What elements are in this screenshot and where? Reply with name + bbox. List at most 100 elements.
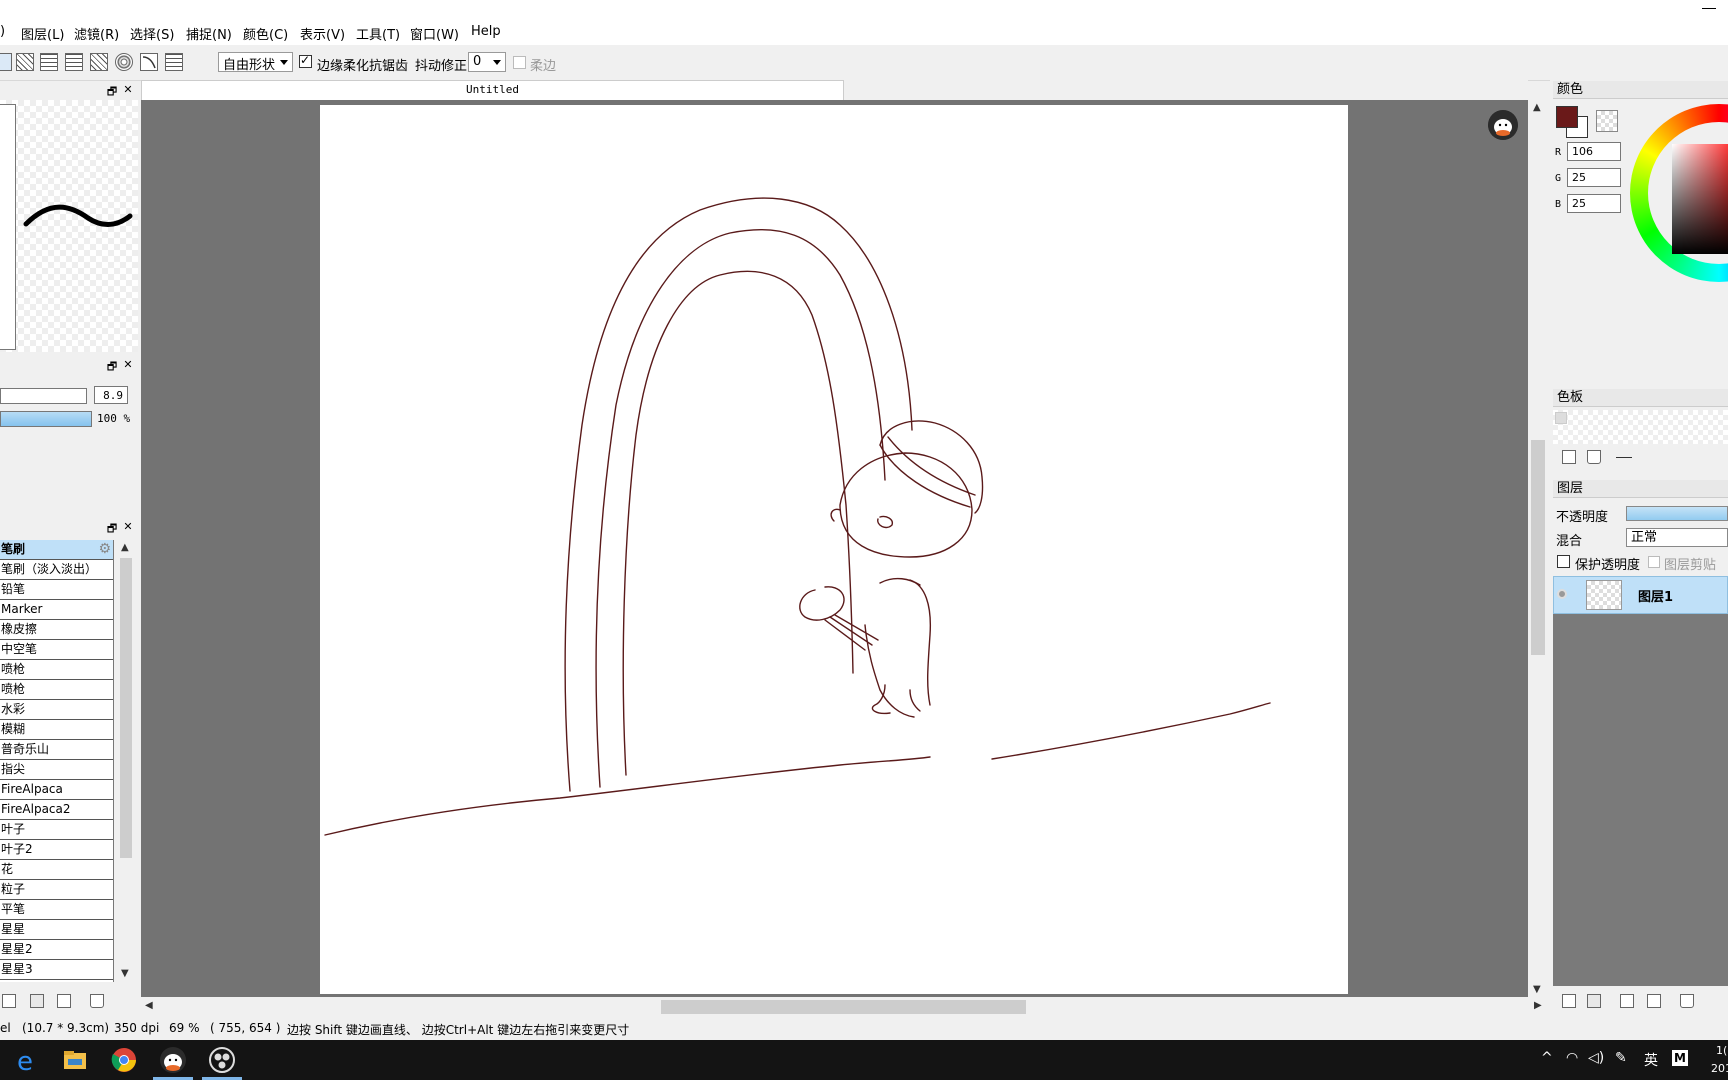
brush-list-item[interactable]: FireAlpaca bbox=[0, 780, 113, 800]
drawing-canvas[interactable] bbox=[320, 105, 1348, 994]
merge-down-icon[interactable] bbox=[1647, 994, 1661, 1008]
snap-3d-icon[interactable] bbox=[165, 53, 183, 71]
brush-list-item[interactable]: Marker bbox=[0, 600, 113, 620]
canvas-horizontal-scrollbar[interactable]: ◀ ▶ bbox=[141, 997, 1548, 1017]
menu-item-help[interactable]: Help bbox=[471, 24, 501, 39]
undock-icon[interactable]: 🗗 bbox=[106, 520, 118, 539]
brush-list-item[interactable]: 喷枪 bbox=[0, 680, 113, 700]
menu-item-color[interactable]: 颜色(C) bbox=[243, 24, 288, 43]
close-icon[interactable]: ✕ bbox=[122, 358, 134, 371]
soft-edge-checkbox[interactable] bbox=[513, 56, 526, 69]
brush-list-item[interactable]: 平笔 bbox=[0, 900, 113, 920]
file-explorer-icon[interactable] bbox=[60, 1045, 90, 1075]
brush-list-item[interactable]: 喷枪 bbox=[0, 660, 113, 680]
shape-mode-select[interactable]: 自由形状 bbox=[218, 52, 293, 73]
b-input[interactable]: 25 bbox=[1567, 194, 1621, 213]
gear-icon[interactable]: ⚙ bbox=[98, 540, 111, 559]
brush-list-item[interactable]: 笔刷（淡入淡出） bbox=[0, 560, 113, 580]
clock-date[interactable]: 201 bbox=[1711, 1062, 1728, 1075]
volume-icon[interactable]: ◁) bbox=[1588, 1050, 1604, 1066]
menu-item-layer[interactable]: 图层(L) bbox=[21, 24, 64, 43]
brush-list-item[interactable]: 叶子2 bbox=[0, 840, 113, 860]
brush-list-item[interactable]: 星星3 bbox=[0, 960, 113, 980]
brush-list-scrollbar[interactable]: ▲ ▼ bbox=[116, 540, 136, 982]
antialias-checkbox[interactable] bbox=[299, 53, 312, 68]
protect-alpha-checkbox[interactable] bbox=[1557, 555, 1570, 568]
trash-icon[interactable] bbox=[1587, 450, 1601, 464]
scroll-thumb[interactable] bbox=[120, 558, 132, 858]
brush-list-item[interactable]: 叶子 bbox=[0, 820, 113, 840]
obs-icon[interactable] bbox=[207, 1045, 237, 1075]
scroll-down-icon[interactable]: ▼ bbox=[121, 968, 129, 979]
pen-icon[interactable]: ✎ bbox=[1615, 1050, 1627, 1066]
blend-mode-select[interactable]: 正常 bbox=[1626, 528, 1728, 547]
snap-parallel-icon[interactable] bbox=[16, 53, 34, 71]
brush-list-item[interactable]: 指尖 bbox=[0, 760, 113, 780]
scroll-right-icon[interactable]: ▶ bbox=[1534, 1000, 1542, 1011]
menu-item-filter[interactable]: 滤镜(R) bbox=[74, 24, 119, 43]
foreground-color-swatch[interactable] bbox=[1556, 106, 1578, 128]
palette-swatches[interactable] bbox=[1553, 410, 1728, 444]
network-icon[interactable]: ◠ bbox=[1566, 1050, 1578, 1066]
brush-list-item[interactable]: 星星 bbox=[0, 920, 113, 940]
brush-list-item[interactable]: 铅笔 bbox=[0, 580, 113, 600]
snap-curve-icon[interactable] bbox=[140, 53, 158, 71]
snap-off-icon[interactable] bbox=[0, 53, 12, 71]
duplicate-icon[interactable] bbox=[57, 994, 71, 1008]
stabilizer-select[interactable]: 0 bbox=[468, 52, 506, 72]
snap-vanishing-icon[interactable] bbox=[90, 53, 108, 71]
brush-list-item[interactable]: 星星2 bbox=[0, 940, 113, 960]
snap-crisscross-icon[interactable] bbox=[65, 53, 83, 71]
palette-menu-icon[interactable] bbox=[1616, 457, 1632, 458]
new-layer-icon[interactable] bbox=[1562, 994, 1576, 1008]
input-mode-icon[interactable]: M bbox=[1672, 1050, 1688, 1066]
brush-list-item[interactable]: 笔刷 ⚙ bbox=[0, 540, 113, 560]
ime-indicator[interactable]: 英 bbox=[1644, 1050, 1658, 1070]
brush-size-value[interactable]: 8.9 bbox=[94, 386, 128, 404]
canvas-vertical-scrollbar[interactable]: ▲ ▼ bbox=[1528, 100, 1548, 997]
scroll-left-icon[interactable]: ◀ bbox=[145, 1000, 153, 1011]
brush-list-item[interactable]: FireAlpaca2 bbox=[0, 800, 113, 820]
minimize-button[interactable] bbox=[1698, 0, 1722, 16]
scroll-thumb[interactable] bbox=[661, 1000, 1026, 1014]
duplicate-layer-icon[interactable] bbox=[1620, 994, 1634, 1008]
palette-swatch[interactable] bbox=[1555, 412, 1567, 424]
brush-size-slider[interactable] bbox=[0, 388, 87, 404]
scroll-down-icon[interactable]: ▼ bbox=[1533, 984, 1541, 995]
tray-overflow-icon[interactable]: ^ bbox=[1541, 1050, 1553, 1066]
undock-icon[interactable]: 🗗 bbox=[106, 358, 118, 377]
snap-grid-icon[interactable] bbox=[40, 53, 58, 71]
chrome-icon[interactable] bbox=[109, 1045, 139, 1075]
new-folder-icon[interactable] bbox=[1587, 994, 1601, 1008]
brush-list-item[interactable]: 中空笔 bbox=[0, 640, 113, 660]
brush-list-item[interactable]: 模糊 bbox=[0, 720, 113, 740]
brush-list-item[interactable]: 普奇乐山 bbox=[0, 740, 113, 760]
brush-opacity-slider[interactable] bbox=[0, 411, 92, 427]
edge-browser-icon[interactable]: e bbox=[13, 1045, 43, 1077]
close-icon[interactable]: ✕ bbox=[122, 520, 134, 533]
scroll-up-icon[interactable]: ▲ bbox=[1533, 102, 1541, 113]
new-brush-icon[interactable] bbox=[2, 994, 16, 1008]
menu-item-snap[interactable]: 捕捉(N) bbox=[186, 24, 232, 43]
clipping-checkbox[interactable] bbox=[1648, 556, 1660, 568]
scroll-thumb[interactable] bbox=[1531, 440, 1545, 655]
menu-item-window[interactable]: 窗口(W) bbox=[410, 24, 459, 43]
menu-item-select[interactable]: 选择(S) bbox=[130, 24, 174, 43]
menu-item-tools[interactable]: 工具(T) bbox=[356, 24, 400, 43]
new-palette-icon[interactable] bbox=[1562, 450, 1576, 464]
close-icon[interactable]: ✕ bbox=[122, 83, 134, 96]
visibility-eye-icon[interactable] bbox=[1557, 589, 1567, 599]
saturation-value-square[interactable] bbox=[1672, 144, 1728, 254]
snap-concentric-icon[interactable] bbox=[115, 53, 133, 71]
layer-opacity-slider[interactable] bbox=[1626, 506, 1728, 521]
clock-time[interactable]: 1( bbox=[1716, 1044, 1727, 1057]
brush-list-item[interactable]: 花 bbox=[0, 860, 113, 880]
menu-item-view[interactable]: 表示(V) bbox=[300, 24, 345, 43]
user-avatar[interactable] bbox=[1488, 110, 1518, 140]
document-tab[interactable]: Untitled bbox=[141, 80, 844, 100]
menu-item-partial[interactable]: ) bbox=[0, 24, 5, 39]
transparent-color-swatch[interactable] bbox=[1596, 110, 1618, 132]
firealpaca-icon[interactable] bbox=[158, 1045, 188, 1075]
trash-icon[interactable] bbox=[90, 994, 104, 1008]
g-input[interactable]: 25 bbox=[1567, 168, 1621, 187]
